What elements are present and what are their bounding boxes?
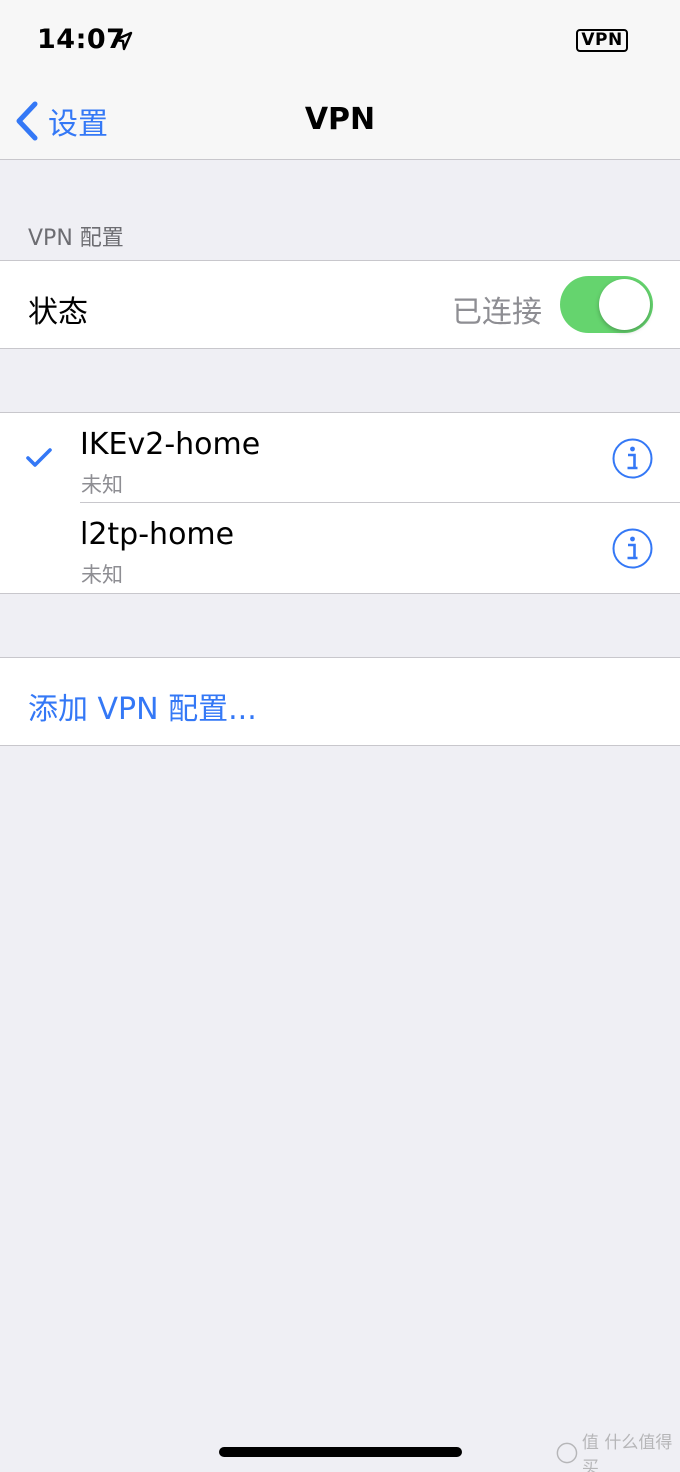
profiles-list: IKEv2-home 未知 l2tp-home 未知 bbox=[0, 412, 680, 594]
profile-row-ikev2-home[interactable]: IKEv2-home 未知 bbox=[0, 413, 680, 503]
status-value: 已连接 bbox=[452, 295, 542, 330]
watermark: 值 什么值得买 bbox=[556, 1433, 680, 1472]
page-title: VPN bbox=[304, 102, 376, 137]
add-vpn-config-button[interactable]: 添加 VPN 配置... bbox=[28, 684, 257, 728]
vpn-toggle[interactable] bbox=[560, 276, 653, 333]
navigation-bar: 设置 VPN bbox=[0, 82, 680, 160]
section-header-vpn-config: VPN 配置 bbox=[28, 226, 124, 251]
location-arrow-icon bbox=[113, 31, 133, 51]
status-label: 状态 bbox=[28, 295, 88, 330]
home-indicator[interactable] bbox=[219, 1447, 462, 1457]
status-bar: 14:07 VPN bbox=[0, 0, 680, 82]
info-icon[interactable] bbox=[612, 438, 653, 479]
profile-status: 未知 bbox=[81, 563, 123, 587]
profile-status: 未知 bbox=[81, 473, 123, 497]
profile-name: l2tp-home bbox=[80, 517, 235, 552]
watermark-text: 值 什么值得买 bbox=[581, 1433, 673, 1472]
watermark-logo-icon bbox=[556, 1442, 578, 1464]
profile-name: IKEv2-home bbox=[80, 427, 261, 462]
vpn-status-badge: VPN bbox=[576, 29, 628, 52]
info-icon[interactable] bbox=[612, 528, 653, 569]
profile-row-l2tp-home[interactable]: l2tp-home 未知 bbox=[0, 503, 680, 593]
toggle-knob bbox=[599, 279, 650, 330]
status-group: 状态 已连接 bbox=[0, 260, 680, 349]
add-config-group: 添加 VPN 配置... bbox=[0, 657, 680, 746]
checkmark-icon bbox=[26, 448, 52, 467]
